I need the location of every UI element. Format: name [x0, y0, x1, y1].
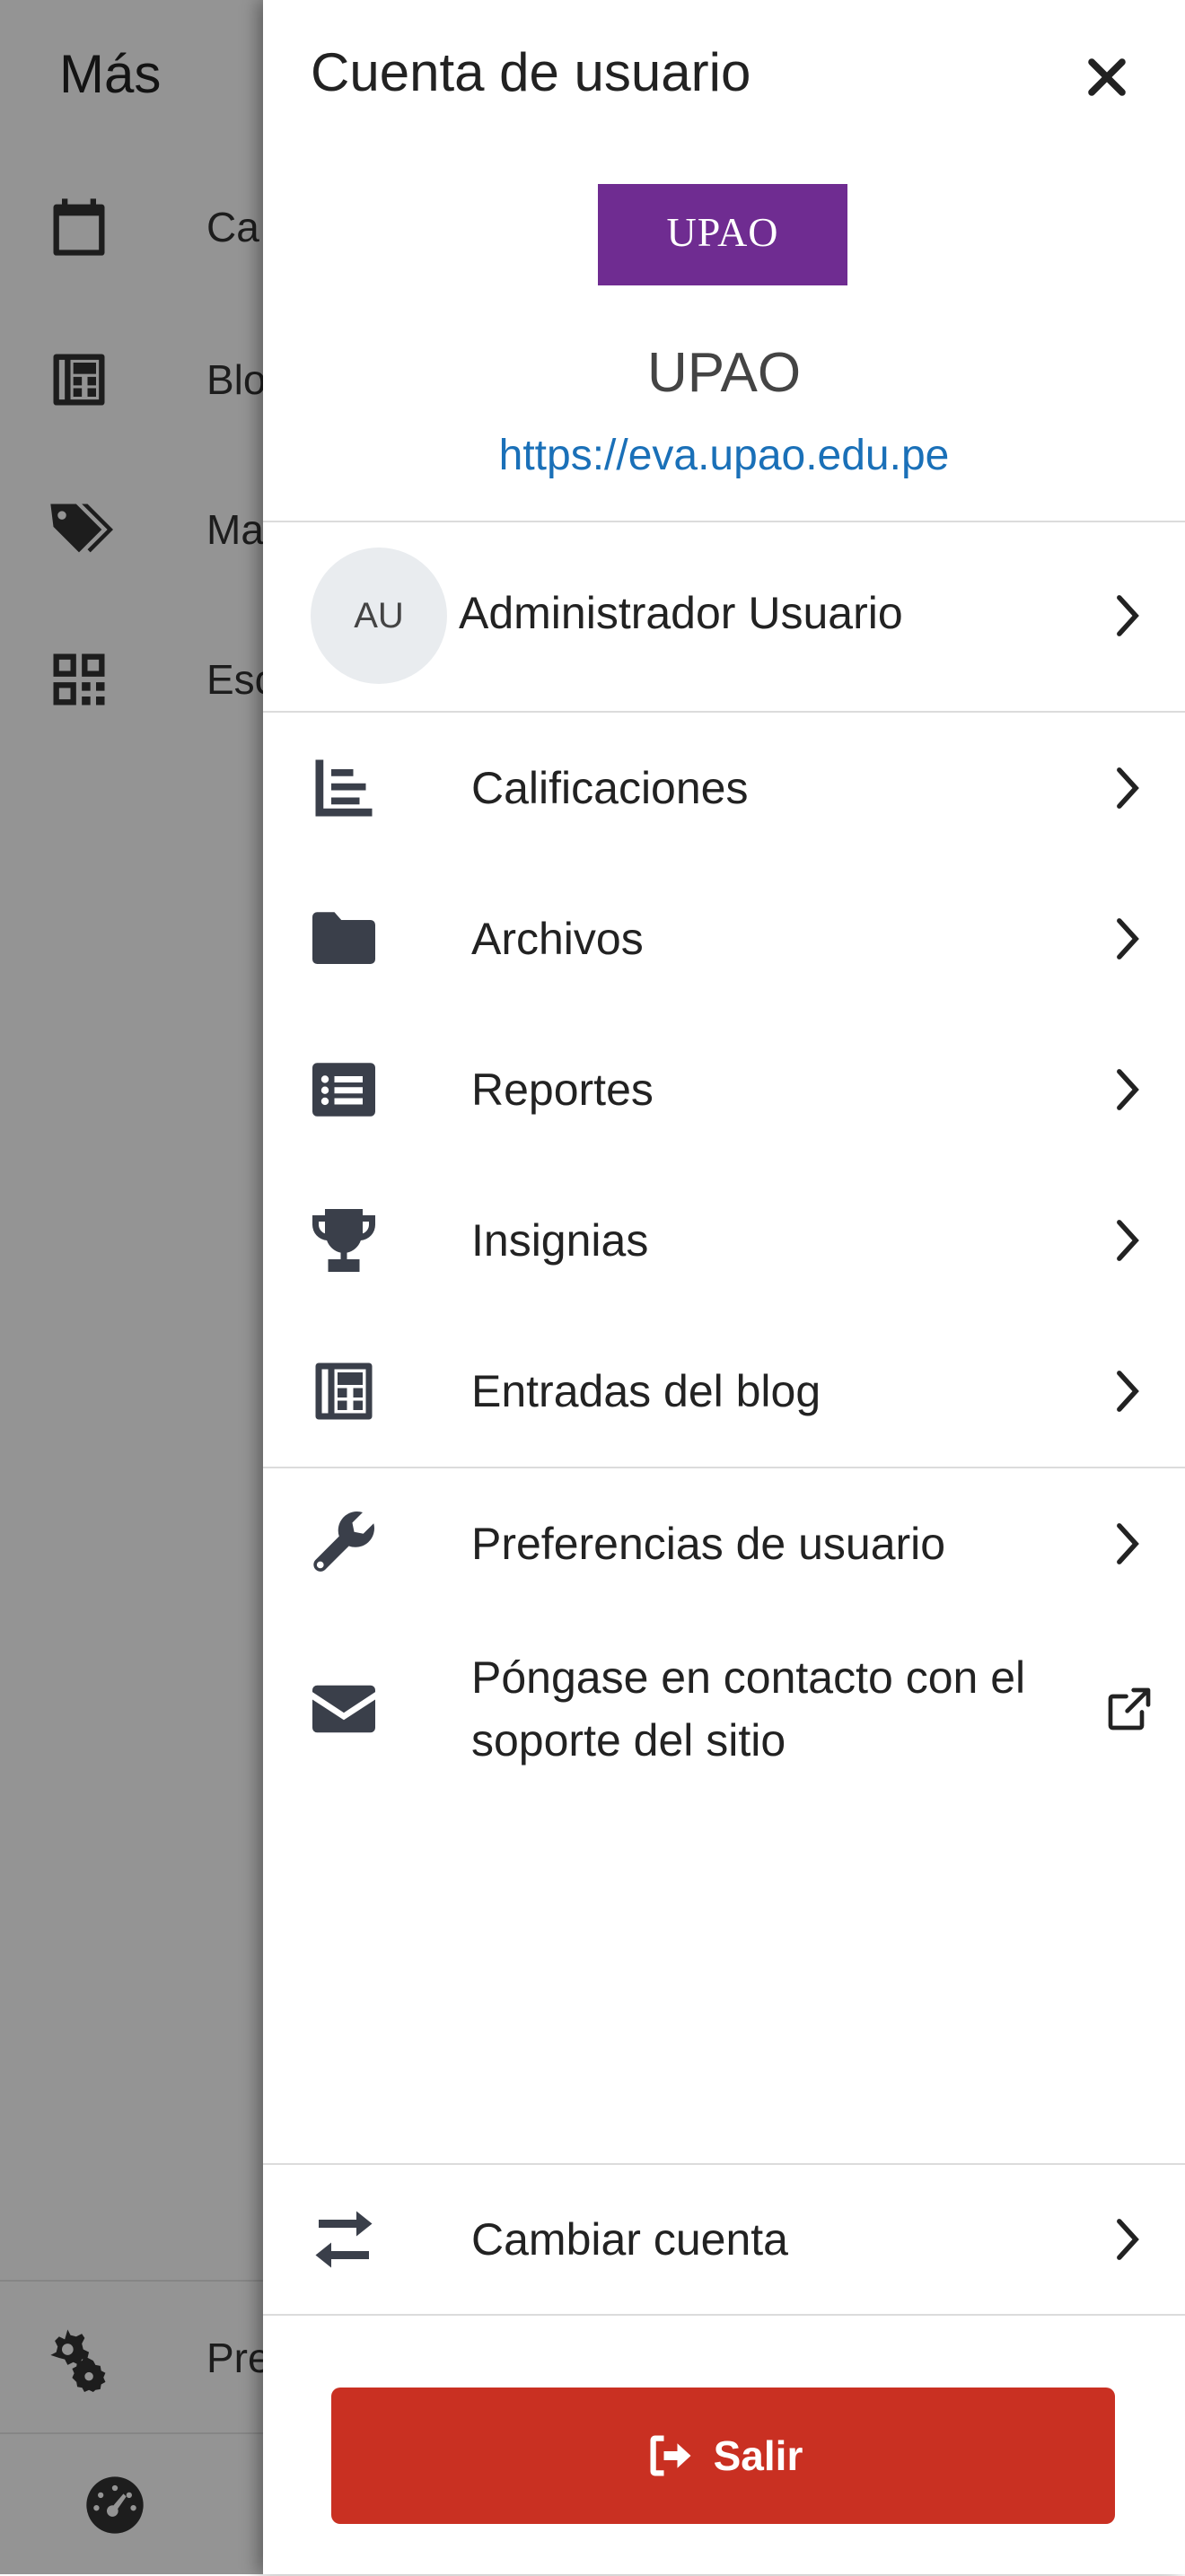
menu-item-grades[interactable]: Calificaciones — [263, 713, 1185, 863]
menu-item-label: Reportes — [471, 1065, 654, 1115]
menu-item-label: Entradas del blog — [471, 1366, 821, 1416]
menu-item-label: Preferencias de usuario — [471, 1519, 946, 1569]
menu-item-label: Archivos — [471, 914, 644, 964]
menu-item-switch-account[interactable]: Cambiar cuenta — [263, 2165, 1185, 2314]
menu-item-reports[interactable]: Reportes — [263, 1014, 1185, 1165]
site-url-link[interactable]: https://eva.upao.edu.pe — [263, 431, 1185, 480]
menu-item-label: Calificaciones — [471, 763, 749, 813]
grades-chart-icon — [306, 750, 382, 826]
chevron-right-icon — [1108, 914, 1147, 964]
user-profile-row[interactable]: AU Administrador Usuario — [263, 522, 1185, 709]
menu-item-label: Póngase en contacto con el soporte del s… — [471, 1652, 1026, 1766]
sign-out-icon — [650, 2435, 691, 2476]
divider — [263, 2314, 1185, 2316]
drawer-footer: Cambiar cuenta Salir — [263, 2163, 1185, 2574]
chevron-right-icon — [1108, 763, 1147, 813]
menu-item-user-preferences[interactable]: Preferencias de usuario — [263, 1468, 1185, 1619]
chevron-right-icon — [1108, 1366, 1147, 1416]
external-link-icon — [1104, 1684, 1154, 1734]
menu-item-contact-support[interactable]: Póngase en contacto con el soporte del s… — [263, 1619, 1185, 1799]
menu-item-label: Cambiar cuenta — [471, 2214, 788, 2265]
drawer-title: Cuenta de usuario — [311, 42, 751, 102]
trophy-icon — [306, 1203, 382, 1278]
chevron-right-icon — [1108, 1215, 1147, 1266]
folder-icon — [306, 901, 382, 977]
wrench-icon — [306, 1506, 382, 1582]
envelope-icon — [306, 1671, 382, 1747]
menu-item-files[interactable]: Archivos — [263, 863, 1185, 1014]
logout-label: Salir — [713, 2432, 803, 2479]
chevron-right-icon — [1108, 1065, 1147, 1115]
menu-item-label: Insignias — [471, 1215, 649, 1266]
avatar: AU — [311, 548, 447, 684]
user-name: Administrador Usuario — [459, 588, 903, 638]
menu-item-blog-entries[interactable]: Entradas del blog — [263, 1316, 1185, 1467]
chevron-right-icon — [1108, 2214, 1147, 2265]
menu-item-badges[interactable]: Insignias — [263, 1165, 1185, 1316]
logout-button[interactable]: Salir — [331, 2388, 1115, 2524]
user-account-drawer: Cuenta de usuario UPAO UPAO https://eva.… — [263, 0, 1185, 2574]
close-button[interactable] — [1071, 41, 1143, 113]
site-name: UPAO — [646, 342, 802, 404]
logo-text: UPAO — [666, 208, 779, 255]
close-icon — [1088, 58, 1126, 96]
exchange-icon — [306, 2202, 382, 2277]
chevron-right-icon — [1108, 1519, 1147, 1569]
blog-icon — [306, 1354, 382, 1429]
chevron-right-icon — [1108, 591, 1147, 641]
site-logo: UPAO — [598, 184, 847, 285]
list-alt-icon — [306, 1052, 382, 1127]
